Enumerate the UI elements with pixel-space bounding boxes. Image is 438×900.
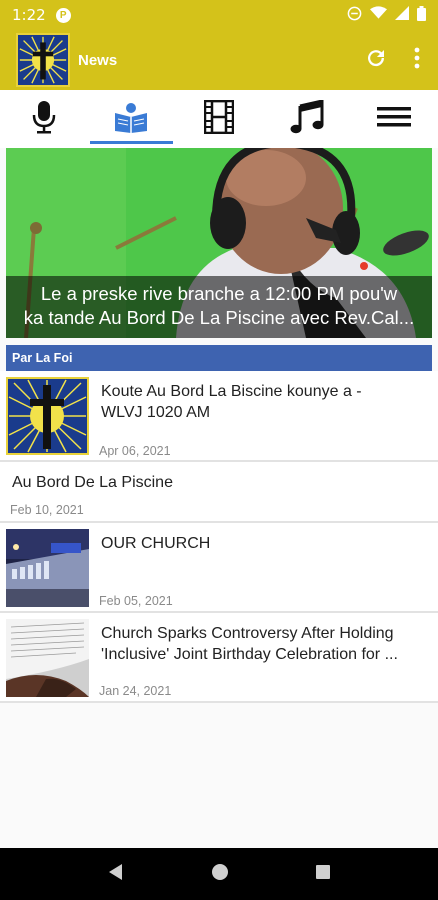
reading-book-icon [113,101,149,138]
article-title-line2: WLVJ 1020 AM [101,404,211,421]
signal-icon [395,6,409,24]
film-strip-icon [203,99,235,139]
more-options-icon[interactable] [414,47,420,74]
list-item[interactable]: Au Bord De La Piscine Feb 10, 2021 [0,462,438,523]
article-title: OUR CHURCH [101,533,210,554]
page-title: News [78,51,118,69]
tab-bar [0,90,438,148]
list-item[interactable]: Church Sparks Controversy After Holding … [0,613,438,703]
list-item[interactable]: Koute Au Bord La Biscine kounye a - WLVJ… [0,371,438,462]
article-title-line1: Koute Au Bord La Biscine kounye a - [101,383,362,400]
featured-caption-line1: Le a preske rive branche a 12:00 PM pou'… [40,283,398,304]
featured-caption-line2: ka tande Au Bord De La Piscine avec Rev.… [23,307,415,328]
back-icon[interactable] [107,863,125,886]
article-thumbnail [6,377,89,455]
hamburger-menu-icon [377,106,412,133]
music-note-icon [290,98,324,139]
tab-music[interactable] [263,90,351,148]
app-bar: News [0,30,438,90]
status-icons [347,5,426,25]
home-icon[interactable] [211,863,229,886]
recents-icon[interactable] [315,864,331,885]
article-title: Church Sparks Controversy After Holding … [101,623,398,665]
app-logo [16,33,70,87]
article-date: Apr 06, 2021 [99,444,171,458]
tab-radio[interactable] [0,90,88,148]
article-title-line1: OUR CHURCH [101,535,211,552]
tab-news[interactable] [88,90,176,148]
article-thumbnail [6,619,89,697]
featured-banner[interactable]: Le a preske rive branche a 12:00 PM pou'… [6,148,432,338]
refresh-icon[interactable] [364,46,388,75]
article-title: Koute Au Bord La Biscine kounye a - WLVJ… [101,381,362,423]
status-bar: 1:22 P [0,0,438,30]
article-title: Au Bord De La Piscine [12,472,173,493]
microphone-icon [31,100,57,139]
list-item[interactable]: OUR CHURCH Feb 05, 2021 [0,523,438,613]
status-time: 1:22 [12,6,46,24]
tab-video[interactable] [175,90,263,148]
article-list: Koute Au Bord La Biscine kounye a - WLVJ… [0,371,438,703]
section-title: Par La Foi [12,351,73,365]
featured-caption: Le a preske rive branche a 12:00 PM pou'… [6,276,432,338]
article-title-line1: Church Sparks Controversy After Holding [101,625,394,642]
article-title-line2: 'Inclusive' Joint Birthday Celebration f… [101,646,398,663]
wifi-icon [370,6,387,24]
article-thumbnail [6,529,89,607]
tab-menu[interactable] [350,90,438,148]
section-header: Par La Foi [6,345,432,371]
article-date: Feb 10, 2021 [10,503,84,517]
article-date: Jan 24, 2021 [99,684,172,698]
battery-icon [417,5,426,25]
notification-app-icon: P [55,7,71,23]
do-not-disturb-icon [347,6,362,25]
article-date: Feb 05, 2021 [99,594,173,608]
system-nav-bar [0,848,438,900]
article-title-line1: Au Bord De La Piscine [12,474,173,491]
